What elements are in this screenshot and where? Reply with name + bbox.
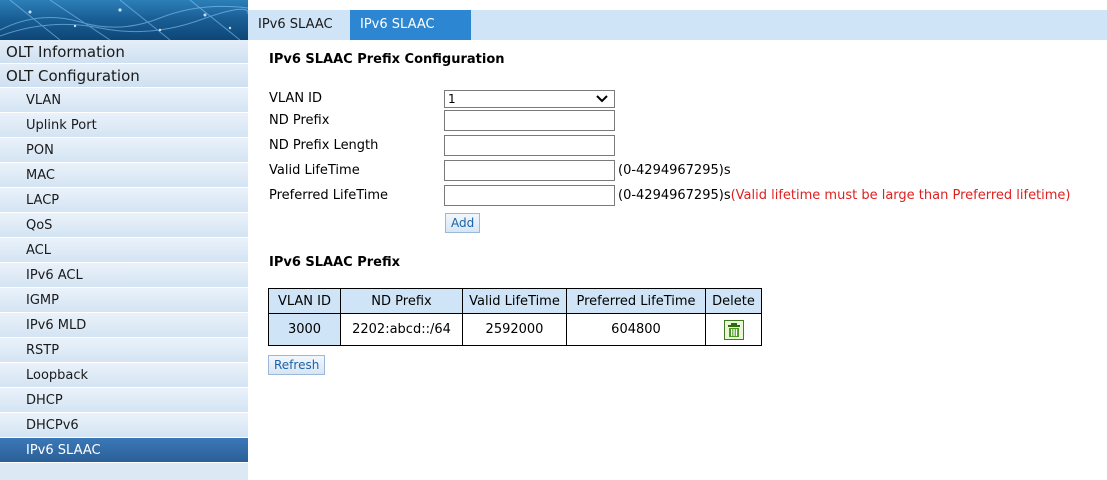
column-header-delete: Delete [705,288,762,314]
sidebar-item-dhcp[interactable]: DHCP [0,388,248,413]
table-header-row: VLAN ID ND Prefix Valid LifeTime Preferr… [268,288,762,314]
vlan-id-select[interactable]: 1 [444,90,615,108]
nd-prefix-label: ND Prefix [269,113,330,128]
sidebar-item-igmp[interactable]: IGMP [0,288,248,313]
nd-prefix-length-input[interactable] [444,135,615,156]
valid-lifetime-input[interactable] [444,160,615,181]
sidebar-item-pon[interactable]: PON [0,138,248,163]
vlan-id-selected-value: 1 [448,92,456,106]
sidebar-item-lacp[interactable]: LACP [0,188,248,213]
cell-preferred-lifetime: 604800 [566,313,706,346]
prefix-table: VLAN ID ND Prefix Valid LifeTime Preferr… [268,288,762,346]
tab-ipv6-slaac-prefix[interactable]: IPv6 SLAAC Prefix [350,10,471,62]
refresh-button[interactable]: Refresh [268,355,326,375]
main-content: IPv6 SLAAC Prefix Configuration VLAN ID … [248,40,1107,480]
sidebar-item-loopback[interactable]: Loopback [0,363,248,388]
trash-icon-glyph [727,322,740,337]
sidebar: OLT Information OLT Configuration VLAN U… [0,0,248,480]
cell-delete [705,313,762,346]
chevron-down-icon [596,95,608,103]
preferred-lifetime-hint: (0-4294967295)s [618,188,731,203]
nd-prefix-length-label: ND Prefix Length [269,138,379,153]
sidebar-item-uplink-port[interactable]: Uplink Port [0,113,248,138]
tab-bar: IPv6 SLAAC IPv6 SLAAC Prefix [248,10,1107,62]
cell-valid-lifetime: 2592000 [462,313,567,346]
sidebar-item-rstp[interactable]: RSTP [0,338,248,363]
column-header-preferred-lifetime: Preferred LifeTime [566,288,706,314]
vlan-id-label: VLAN ID [269,91,323,106]
trash-icon[interactable] [723,319,744,340]
valid-lifetime-hint: (0-4294967295)s [618,163,731,178]
column-header-nd-prefix: ND Prefix [340,288,463,314]
nd-prefix-input[interactable] [444,110,615,131]
sidebar-item-ipv6-slaac[interactable]: IPv6 SLAAC [0,438,248,463]
preferred-lifetime-input[interactable] [444,185,615,206]
sidebar-item-acl[interactable]: ACL [0,238,248,263]
logo-graphic [0,0,248,40]
table-row: 3000 2202:abcd::/64 2592000 604800 [268,313,762,346]
sidebar-item-dhcpv6[interactable]: DHCPv6 [0,413,248,438]
sidebar-item-olt-configuration[interactable]: OLT Configuration [0,64,248,88]
sidebar-item-qos[interactable]: QoS [0,213,248,238]
column-header-vlan-id: VLAN ID [268,288,341,314]
sidebar-item-ipv6-acl[interactable]: IPv6 ACL [0,263,248,288]
preferred-lifetime-hint-group: (0-4294967295)s(Valid lifetime must be l… [618,187,1071,205]
column-header-valid-lifetime: Valid LifeTime [462,288,567,314]
logo-banner [0,0,248,40]
cell-nd-prefix: 2202:abcd::/64 [340,313,463,346]
tab-ipv6-slaac[interactable]: IPv6 SLAAC [248,10,350,40]
sidebar-item-olt-information[interactable]: OLT Information [0,40,248,64]
add-button[interactable]: Add [445,213,481,233]
sidebar-item-vlan[interactable]: VLAN [0,88,248,113]
sidebar-item-mac[interactable]: MAC [0,163,248,188]
sidebar-nav: OLT Information OLT Configuration VLAN U… [0,40,248,463]
valid-lifetime-label: Valid LifeTime [269,163,360,178]
sidebar-item-ipv6-mld[interactable]: IPv6 MLD [0,313,248,338]
preferred-lifetime-label: Preferred LifeTime [269,188,389,203]
prefix-list-title: IPv6 SLAAC Prefix [269,255,401,270]
config-section-title: IPv6 SLAAC Prefix Configuration [269,52,505,67]
lifetime-warning: (Valid lifetime must be large than Prefe… [730,188,1071,203]
cell-vlan-id: 3000 [268,313,341,346]
